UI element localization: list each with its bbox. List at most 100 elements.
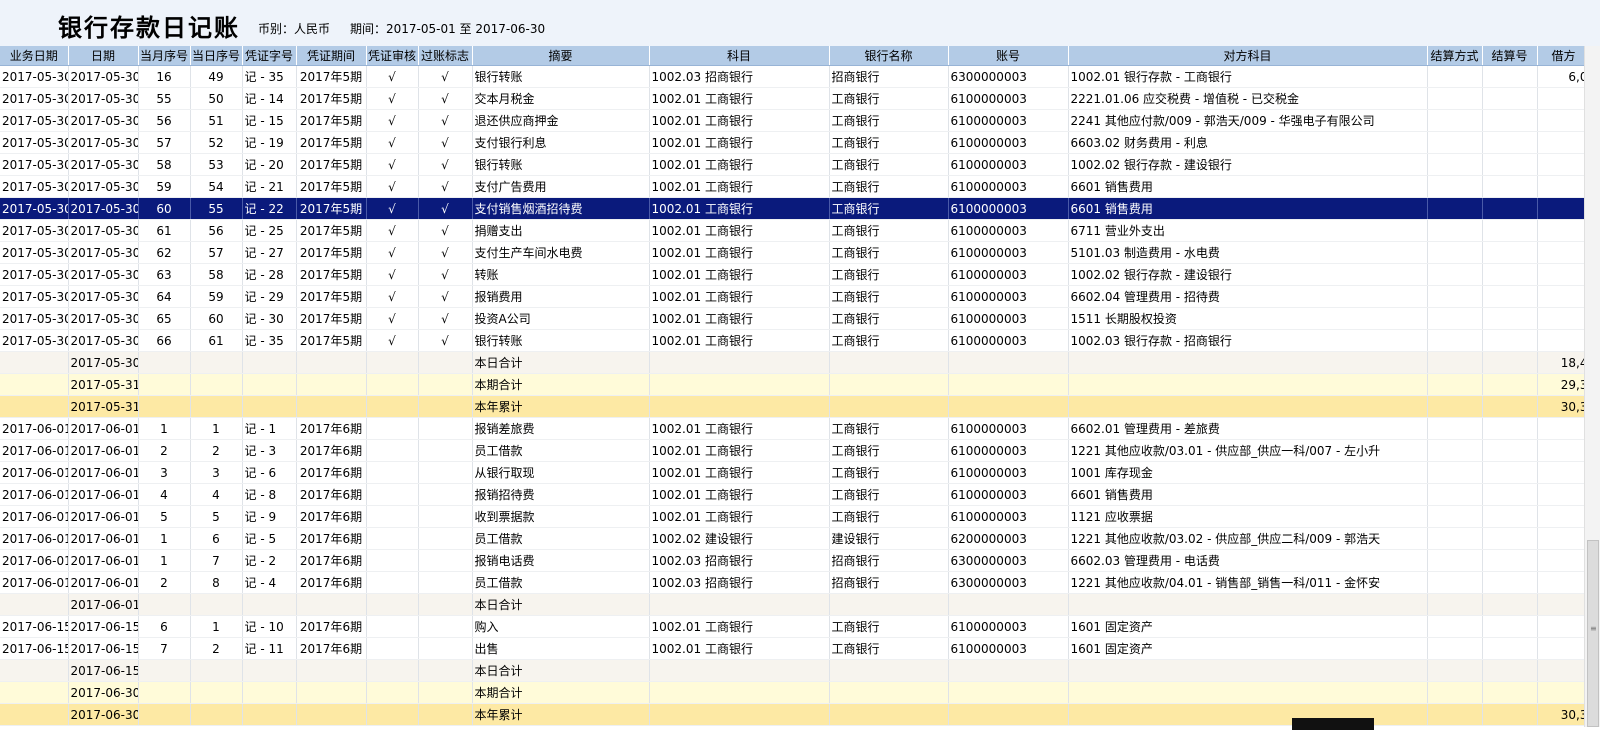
table-row[interactable]: 2017-06-15 2017-06-15 6 1 记 - 10 2017年6期 购入 100… xyxy=(0,615,1584,638)
table-cell: 2017-06-15 xyxy=(0,637,69,660)
table-cell xyxy=(948,703,1069,726)
table-cell: √ xyxy=(366,65,419,88)
period-total-row[interactable]: 2017-05-31 本期合计 29,3 xyxy=(0,373,1584,396)
table-cell: 购入 xyxy=(472,615,650,638)
table-cell: 1002.01 工商银行 xyxy=(649,109,830,132)
column-header[interactable]: 结算号 xyxy=(1482,46,1538,66)
period-total-row[interactable]: 2017-06-30 本期合计 xyxy=(0,681,1584,704)
table-cell xyxy=(1537,307,1584,330)
table-row[interactable]: 2017-06-01 2017-06-01 3 3 记 - 6 2017年6期 从银行取现 1… xyxy=(0,461,1584,484)
table-cell: 1002.01 工商银行 xyxy=(649,329,830,352)
table-cell xyxy=(1537,87,1584,110)
scrollbar-thumb[interactable]: ≡ xyxy=(1587,540,1599,727)
table-cell: 记 - 27 xyxy=(242,241,297,264)
column-header[interactable]: 业务日期 xyxy=(0,46,69,66)
column-header[interactable]: 当日序号 xyxy=(190,46,243,66)
table-row[interactable]: 2017-05-30 2017-05-30 55 50 记 - 14 2017年5期 √ √ 交… xyxy=(0,87,1584,110)
table-cell: 银行转账 xyxy=(472,65,650,88)
table-cell: 55 xyxy=(138,87,191,110)
column-header[interactable]: 凭证字号 xyxy=(242,46,297,66)
table-row[interactable]: 2017-05-30 2017-05-30 56 51 记 - 15 2017年5期 √ √ 退… xyxy=(0,109,1584,132)
table-row[interactable]: 2017-05-30 2017-05-30 66 61 记 - 35 2017年5期 √ √ 银… xyxy=(0,329,1584,352)
column-header[interactable]: 科目 xyxy=(649,46,830,66)
table-cell: √ xyxy=(366,285,419,308)
table-cell xyxy=(1537,197,1584,220)
table-row[interactable]: 2017-06-15 2017-06-15 7 2 记 - 11 2017年6期 出售 100… xyxy=(0,637,1584,660)
table-cell: 2017-06-01 xyxy=(68,527,139,550)
table-row[interactable]: 2017-06-01 2017-06-01 1 6 记 - 5 2017年6期 员工借款 10… xyxy=(0,527,1584,550)
column-header[interactable]: 摘要 xyxy=(472,46,650,66)
column-header[interactable]: 账号 xyxy=(948,46,1069,66)
table-cell xyxy=(1482,263,1538,286)
table-cell xyxy=(366,351,419,374)
table-cell: 员工借款 xyxy=(472,439,650,462)
table-row[interactable]: 2017-05-30 2017-05-30 58 53 记 - 20 2017年5期 √ √ 银… xyxy=(0,153,1584,176)
table-cell: 1002.01 工商银行 xyxy=(649,131,830,154)
table-cell: 退还供应商押金 xyxy=(472,109,650,132)
table-cell: 56 xyxy=(190,219,243,242)
table-cell: 建设银行 xyxy=(829,527,949,550)
table-cell: 2017-06-01 xyxy=(0,571,69,594)
table-cell xyxy=(649,659,830,682)
table-cell: √ xyxy=(366,175,419,198)
table-row[interactable]: 2017-05-30 2017-05-30 62 57 记 - 27 2017年5期 √ √ 支… xyxy=(0,241,1584,264)
day-total-row[interactable]: 2017-05-30 本日合计 18,4 xyxy=(0,351,1584,374)
table-cell xyxy=(1427,461,1483,484)
table-cell: 2017年6期 xyxy=(296,483,367,506)
column-header[interactable]: 日期 xyxy=(68,46,139,66)
table-row[interactable]: 2017-05-30 2017-05-30 60 55 记 - 22 2017年5期 √ √ 支… xyxy=(0,197,1584,220)
table-cell xyxy=(1068,373,1428,396)
table-cell: 支付广告费用 xyxy=(472,175,650,198)
table-cell xyxy=(1427,329,1483,352)
column-header-row: 业务日期 日期 当月序号 当日序号 凭证字号 凭证期间 凭证审核 过账标志 摘要 科目 银行名称 账号… xyxy=(0,46,1584,66)
table-cell xyxy=(1482,615,1538,638)
table-cell: 2017-06-01 xyxy=(68,549,139,572)
table-cell xyxy=(649,593,830,616)
table-cell: 支付销售烟酒招待费 xyxy=(472,197,650,220)
table-cell: 2017年5期 xyxy=(296,307,367,330)
table-cell: √ xyxy=(366,109,419,132)
ledger-grid[interactable]: 业务日期 日期 当月序号 当日序号 凭证字号 凭证期间 凭证审核 过账标志 摘要 科目 银行名称 账号… xyxy=(0,46,1584,727)
column-header[interactable]: 当月序号 xyxy=(138,46,191,66)
table-cell: 2 xyxy=(190,637,243,660)
table-cell xyxy=(1427,241,1483,264)
table-cell: 记 - 5 xyxy=(242,527,297,550)
vertical-scrollbar[interactable]: ≡ xyxy=(1584,46,1600,727)
table-row[interactable]: 2017-05-30 2017-05-30 65 60 记 - 30 2017年5期 √ √ 投… xyxy=(0,307,1584,330)
table-cell: 1002.01 工商银行 xyxy=(649,285,830,308)
table-row[interactable]: 2017-05-30 2017-05-30 16 49 记 - 35 2017年5期 √ √ 银… xyxy=(0,65,1584,88)
table-cell: 7 xyxy=(190,549,243,572)
day-total-row[interactable]: 2017-06-01 本日合计 xyxy=(0,593,1584,616)
table-cell: 6100000003 xyxy=(948,241,1069,264)
table-row[interactable]: 2017-05-30 2017-05-30 59 54 记 - 21 2017年5期 √ √ 支… xyxy=(0,175,1584,198)
table-row[interactable]: 2017-06-01 2017-06-01 2 2 记 - 3 2017年6期 员工借款 10… xyxy=(0,439,1584,462)
column-header[interactable]: 凭证审核 xyxy=(366,46,419,66)
table-row[interactable]: 2017-05-30 2017-05-30 61 56 记 - 25 2017年5期 √ √ 捐… xyxy=(0,219,1584,242)
column-header[interactable]: 对方科目 xyxy=(1068,46,1428,66)
table-cell xyxy=(1427,65,1483,88)
table-cell xyxy=(366,483,419,506)
column-header[interactable]: 借方 xyxy=(1537,46,1584,66)
table-cell: 2017-05-30 xyxy=(0,219,69,242)
table-cell: 1 xyxy=(190,417,243,440)
table-row[interactable]: 2017-05-30 2017-05-30 64 59 记 - 29 2017年5期 √ √ 报… xyxy=(0,285,1584,308)
table-row[interactable]: 2017-06-01 2017-06-01 4 4 记 - 8 2017年6期 报销招待费 1… xyxy=(0,483,1584,506)
table-row[interactable]: 2017-06-01 2017-06-01 1 1 记 - 1 2017年6期 报销差旅费 1… xyxy=(0,417,1584,440)
column-header[interactable]: 银行名称 xyxy=(829,46,949,66)
column-header[interactable]: 结算方式 xyxy=(1427,46,1483,66)
table-row[interactable]: 2017-06-01 2017-06-01 5 5 记 - 9 2017年6期 收到票据款 1… xyxy=(0,505,1584,528)
table-cell xyxy=(418,593,473,616)
table-cell: 1002.01 工商银行 xyxy=(649,87,830,110)
table-row[interactable]: 2017-05-30 2017-05-30 63 58 记 - 28 2017年5期 √ √ 转… xyxy=(0,263,1584,286)
column-header[interactable]: 凭证期间 xyxy=(296,46,367,66)
table-row[interactable]: 2017-06-01 2017-06-01 1 7 记 - 2 2017年6期 报销电话费 1… xyxy=(0,549,1584,572)
table-cell: 2017-05-30 xyxy=(68,285,139,308)
year-total-row[interactable]: 2017-05-31 本年累计 30,3 xyxy=(0,395,1584,418)
table-cell xyxy=(1537,417,1584,440)
column-header[interactable]: 过账标志 xyxy=(418,46,473,66)
table-row[interactable]: 2017-06-01 2017-06-01 2 8 记 - 4 2017年6期 员工借款 10… xyxy=(0,571,1584,594)
day-total-row[interactable]: 2017-06-15 本日合计 xyxy=(0,659,1584,682)
table-cell xyxy=(829,681,949,704)
table-cell xyxy=(1427,483,1483,506)
table-row[interactable]: 2017-05-30 2017-05-30 57 52 记 - 19 2017年5期 √ √ 支… xyxy=(0,131,1584,154)
